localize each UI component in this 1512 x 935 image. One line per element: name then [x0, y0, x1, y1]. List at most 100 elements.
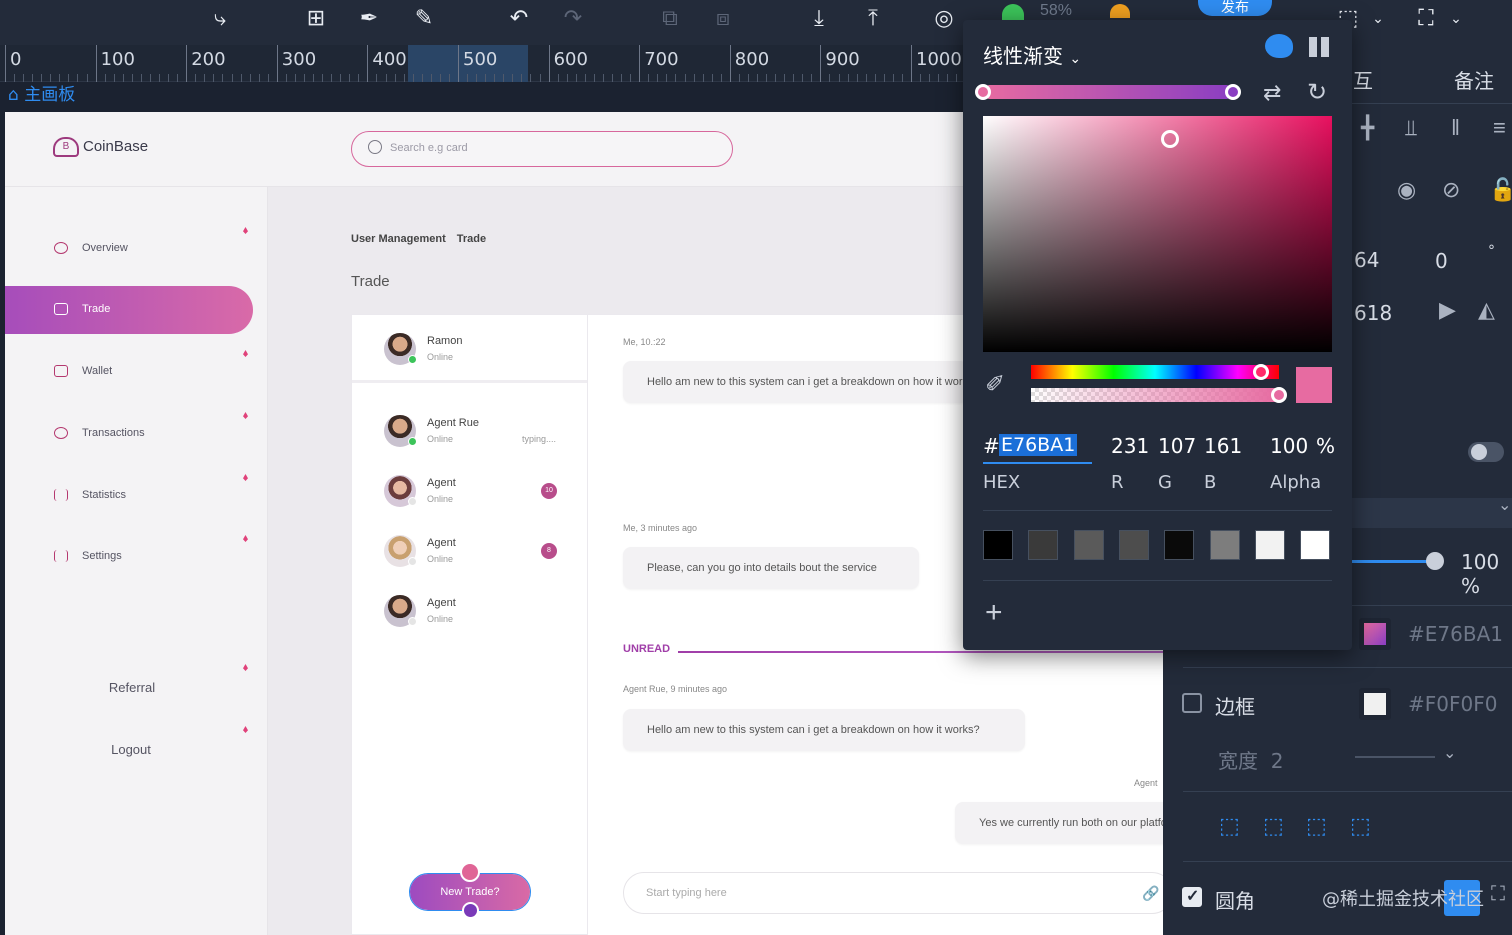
group-icon[interactable]: ⧉ [654, 4, 686, 32]
y-value[interactable]: 618 [1354, 301, 1392, 325]
breadcrumb-item[interactable]: Trade [457, 233, 486, 245]
list-item[interactable]: Agent Rue Online typing.... [352, 411, 587, 461]
undo-icon[interactable]: ↶ [503, 4, 535, 32]
color-swatch[interactable] [1028, 530, 1059, 560]
g-input[interactable]: 107 [1158, 434, 1196, 458]
fullscreen-icon[interactable]: ⛶ [1410, 4, 1442, 32]
tab-interact[interactable]: 互 [1353, 65, 1373, 94]
preview-icon[interactable]: ◎ [928, 4, 960, 32]
r-input[interactable]: 231 [1111, 434, 1149, 458]
referral-link[interactable]: Referral [7, 680, 257, 695]
pen-icon[interactable]: ✒ [353, 4, 385, 32]
fill-section-header[interactable] [1352, 498, 1512, 528]
b-input[interactable]: 161 [1204, 434, 1242, 458]
expand-icon[interactable]: ⛶ [1491, 883, 1505, 906]
align-top-icon[interactable]: ⤒ [857, 4, 889, 32]
reset-icon[interactable]: ↻ [1307, 78, 1327, 107]
x-value[interactable]: 64 [1354, 248, 1379, 272]
border-left-icon[interactable]: ⬚ [1219, 813, 1240, 839]
nav-item-trade[interactable]: Trade [5, 286, 253, 334]
redo-icon[interactable]: ↷ [557, 4, 589, 32]
border-bottom-icon[interactable]: ⬚ [1350, 813, 1371, 839]
zoom-readout[interactable]: 58% [1040, 2, 1072, 20]
add-swatch-button[interactable]: + [985, 596, 1003, 630]
toggle-switch[interactable] [1468, 442, 1504, 462]
chevron-down-icon[interactable]: ⌄ [1498, 495, 1511, 515]
line-style-select[interactable] [1355, 756, 1435, 758]
flip-horizontal-icon[interactable]: ◭ [1478, 297, 1495, 323]
grid-icon[interactable] [1309, 37, 1329, 57]
alpha-knob[interactable] [1271, 387, 1287, 403]
resize-handle-top[interactable] [460, 862, 480, 882]
chevron-down-icon[interactable]: ⌄ [1368, 4, 1388, 32]
contact-current[interactable]: Ramon Online [352, 315, 587, 383]
opacity-slider-knob[interactable] [1426, 552, 1444, 570]
opacity-slider-track[interactable] [1352, 560, 1437, 563]
fill-swatch[interactable] [1359, 618, 1391, 650]
color-swatch[interactable] [983, 530, 1013, 560]
ungroup-icon[interactable]: ⧈ [707, 4, 739, 32]
rotation-value[interactable]: 0 [1435, 249, 1448, 273]
resize-handle-bottom[interactable] [462, 902, 479, 919]
visibility-icon[interactable]: ◉ [1397, 177, 1416, 203]
nav-item-transactions[interactable]: Transactions [5, 410, 253, 458]
color-swatch[interactable] [1300, 530, 1331, 560]
chevron-down-icon[interactable]: ⌄ [1446, 4, 1466, 32]
gradient-type-select[interactable]: 线性渐变 ⌄ [983, 40, 1081, 69]
eyedropper-icon[interactable]: ✐ [985, 370, 1005, 399]
nav-item-statistics[interactable]: Statistics [5, 472, 253, 520]
list-item[interactable]: Agent Online 10 [352, 471, 587, 521]
gradient-bar[interactable] [983, 85, 1233, 99]
distribute-h-icon[interactable]: ≡ [1493, 115, 1506, 141]
saturation-value-area[interactable] [983, 116, 1332, 352]
hex-input[interactable]: E76BA1 [999, 434, 1078, 456]
distribute-icon[interactable]: ‖ [1451, 115, 1460, 141]
nav-item-wallet[interactable]: Wallet [5, 348, 253, 396]
chevron-down-icon[interactable]: ⌄ [1443, 743, 1456, 763]
disable-icon[interactable]: ⊘ [1442, 177, 1460, 203]
flip-vertical-icon[interactable]: ▶ [1439, 297, 1456, 323]
tab-notes[interactable]: 备注 [1454, 65, 1494, 94]
color-swatch[interactable] [1073, 530, 1104, 560]
artboard-label[interactable]: ⌂ 主画板 [8, 80, 75, 105]
palette-icon[interactable] [1265, 34, 1293, 58]
border-swatch[interactable] [1359, 688, 1391, 720]
list-item[interactable]: Agent Online 8 [352, 531, 587, 581]
border-right-icon[interactable]: ⬚ [1306, 813, 1327, 839]
fill-hex[interactable]: #E76BA1 [1408, 622, 1503, 646]
logout-link[interactable]: Logout [6, 742, 256, 757]
nav-item-settings[interactable]: Settings [5, 533, 253, 581]
gradient-stop-end[interactable] [1225, 84, 1241, 100]
lock-icon[interactable]: 🔓 [1489, 177, 1512, 203]
chat-input[interactable]: Start typing here 🔗 [623, 872, 1163, 914]
sv-knob[interactable] [1161, 130, 1179, 148]
attach-icon[interactable]: 🔗 [1142, 885, 1159, 902]
swap-icon[interactable]: ⇄ [1263, 80, 1281, 106]
radius-checkbox[interactable] [1182, 886, 1202, 907]
align-bottom-icon[interactable]: ⤓ [803, 4, 835, 32]
border-top-icon[interactable]: ⬚ [1263, 813, 1284, 839]
hue-slider[interactable] [1031, 365, 1279, 379]
color-swatch[interactable] [1164, 530, 1195, 560]
gradient-stop-start[interactable] [975, 84, 991, 100]
border-width[interactable]: 宽度 2 [1218, 745, 1283, 774]
pencil-icon[interactable]: ✎ [408, 4, 440, 32]
align-bottom-icon[interactable]: ⫫ [1405, 115, 1417, 141]
list-item[interactable]: Ramon Online [352, 329, 587, 379]
border-checkbox[interactable] [1182, 693, 1202, 713]
align-center-icon[interactable]: ╋ [1361, 115, 1374, 141]
border-hex[interactable]: #F0F0F0 [1408, 692, 1497, 716]
search-input[interactable]: Search e.g card [351, 131, 733, 167]
color-swatch[interactable] [1209, 530, 1240, 560]
alpha-slider[interactable] [1031, 388, 1279, 402]
breadcrumb-item[interactable]: User Management [351, 233, 446, 245]
connector-icon[interactable]: ⤷ [204, 4, 236, 32]
publish-button[interactable]: 发布 [1198, 0, 1272, 16]
add-frame-icon[interactable]: ⊞ [300, 4, 332, 32]
hue-knob[interactable] [1253, 364, 1269, 380]
nav-item-overview[interactable]: Overview [5, 225, 253, 273]
list-item[interactable]: Agent Online [352, 591, 587, 641]
opacity-value[interactable]: 100 % [1461, 550, 1512, 598]
color-swatch[interactable] [1118, 530, 1149, 560]
color-swatch[interactable] [1254, 530, 1285, 560]
